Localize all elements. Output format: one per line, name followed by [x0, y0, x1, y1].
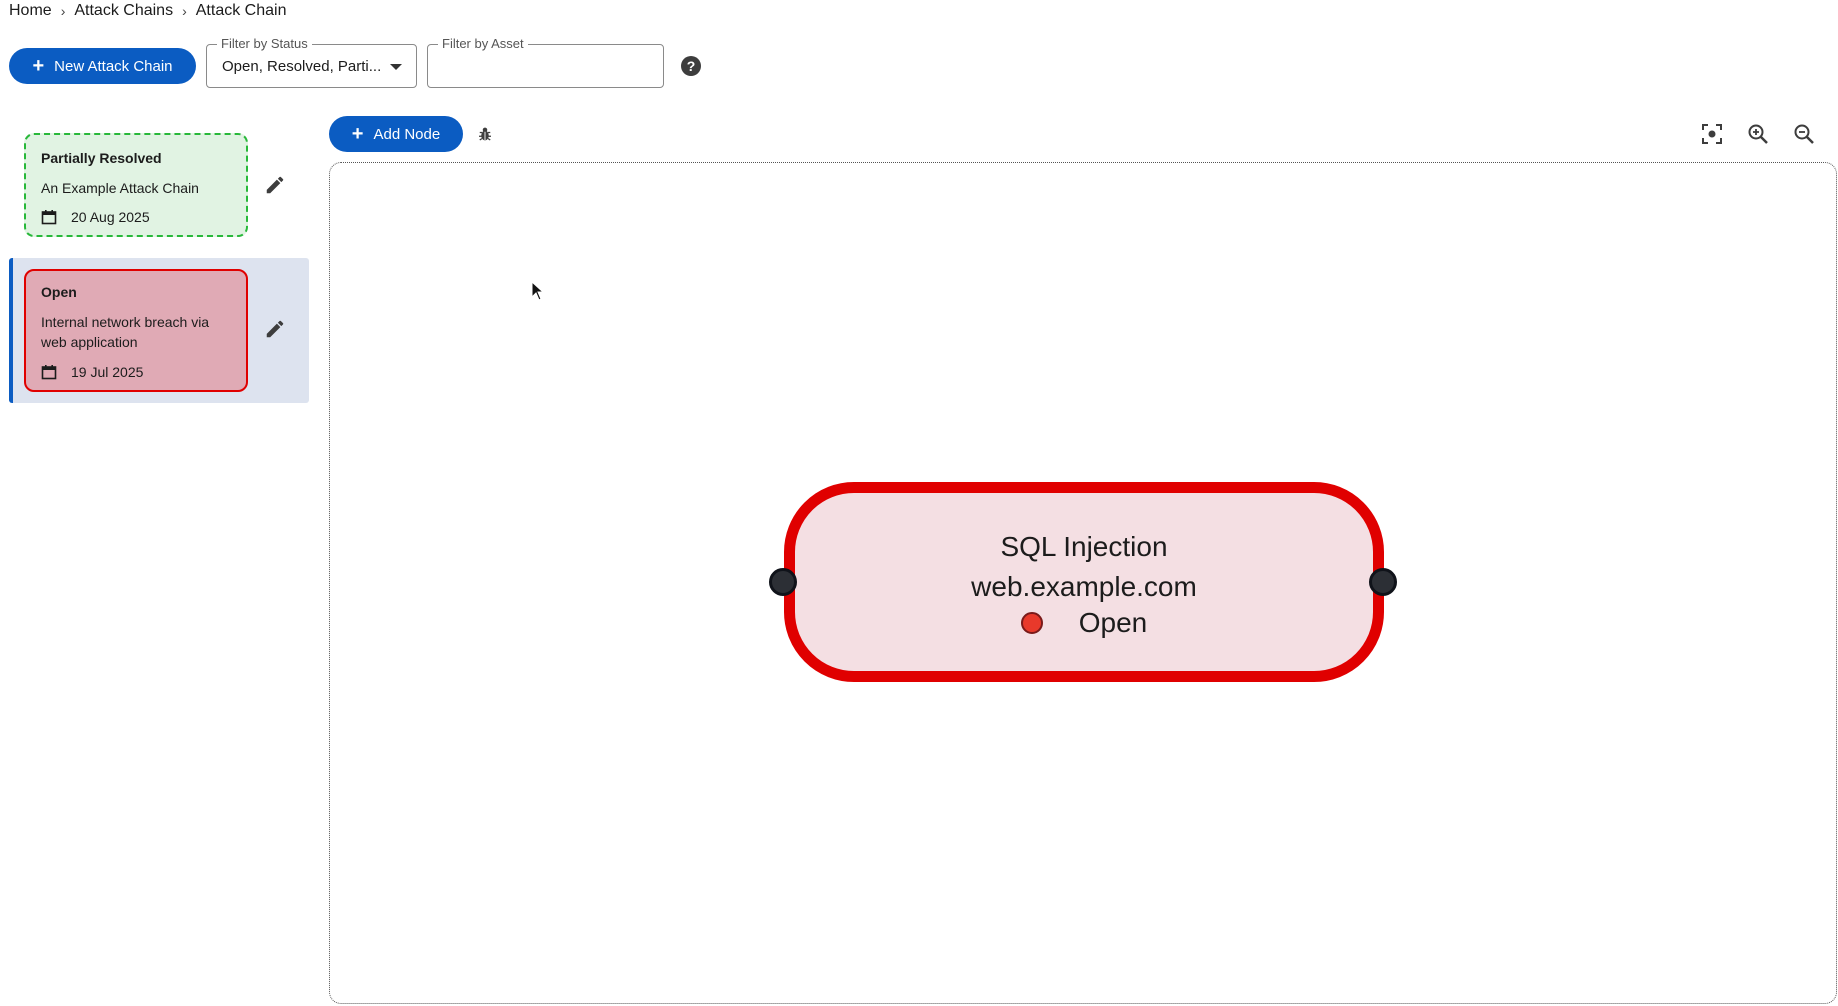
- breadcrumb-separator: ›: [60, 3, 66, 19]
- breadcrumb-separator: ›: [182, 3, 187, 19]
- pencil-icon[interactable]: [264, 318, 286, 340]
- status-filter-select[interactable]: Filter by Status Open, Resolved, Parti..…: [206, 37, 417, 88]
- mouse-cursor-icon: [531, 281, 545, 301]
- node-input-handle[interactable]: [769, 568, 797, 596]
- attack-chain-card[interactable]: Open Internal network breach via web app…: [24, 269, 248, 392]
- new-attack-chain-button[interactable]: + New Attack Chain: [9, 48, 196, 84]
- chain-title: An Example Attack Chain: [41, 180, 199, 196]
- asset-filter-input[interactable]: [442, 55, 647, 79]
- attack-chain-card[interactable]: Partially Resolved An Example Attack Cha…: [24, 133, 248, 237]
- chain-date-row: 20 Aug 2025: [41, 209, 150, 225]
- status-filter-value: Open, Resolved, Parti...: [222, 58, 382, 75]
- breadcrumb: Home › Attack Chains › Attack Chain: [9, 1, 286, 21]
- list-item-selected: Open Internal network breach via web app…: [9, 258, 309, 403]
- status-filter-label: Filter by Status: [217, 37, 312, 51]
- chain-title: Internal network breach via web applicat…: [41, 314, 210, 350]
- list-item: Partially Resolved An Example Attack Cha…: [9, 130, 309, 240]
- add-node-label: Add Node: [373, 125, 441, 143]
- attack-chain-canvas[interactable]: SQL Injection web.example.com Open: [329, 162, 1837, 1004]
- calendar-icon: [41, 210, 57, 225]
- fit-view-icon[interactable]: [1700, 122, 1724, 146]
- status-dot-icon: [1020, 612, 1043, 634]
- plus-icon: +: [32, 55, 45, 77]
- pencil-icon[interactable]: [264, 174, 286, 196]
- chain-date-row: 19 Jul 2025: [41, 364, 143, 380]
- node-asset: web.example.com: [971, 571, 1197, 602]
- attack-node[interactable]: SQL Injection web.example.com Open: [784, 482, 1384, 682]
- zoom-in-icon[interactable]: [1746, 122, 1770, 146]
- help-icon[interactable]: ?: [681, 56, 701, 76]
- node-title: SQL Injection: [1000, 531, 1168, 562]
- breadcrumb-attack-chains[interactable]: Attack Chains: [74, 2, 173, 20]
- zoom-out-icon[interactable]: [1792, 122, 1816, 146]
- chain-date: 20 Aug 2025: [71, 209, 150, 225]
- caret-down-icon: [390, 64, 402, 70]
- asset-filter-label: Filter by Asset: [438, 37, 528, 51]
- asset-filter-field: Filter by Asset: [427, 37, 664, 88]
- node-output-handle[interactable]: [1369, 568, 1397, 596]
- bug-icon[interactable]: [476, 125, 494, 143]
- chain-date: 19 Jul 2025: [71, 364, 144, 380]
- canvas-toolbar: + Add Node: [329, 116, 1837, 152]
- breadcrumb-home[interactable]: Home: [9, 2, 52, 20]
- chain-status: Open: [41, 284, 77, 300]
- chain-status: Partially Resolved: [41, 150, 162, 166]
- calendar-icon: [41, 365, 57, 380]
- plus-icon: +: [351, 123, 364, 145]
- breadcrumb-current: Attack Chain: [195, 2, 287, 19]
- add-node-button[interactable]: + Add Node: [329, 116, 463, 152]
- new-attack-chain-label: New Attack Chain: [54, 57, 173, 75]
- node-status: Open: [1078, 607, 1148, 638]
- node-status-row: Open: [795, 607, 1373, 639]
